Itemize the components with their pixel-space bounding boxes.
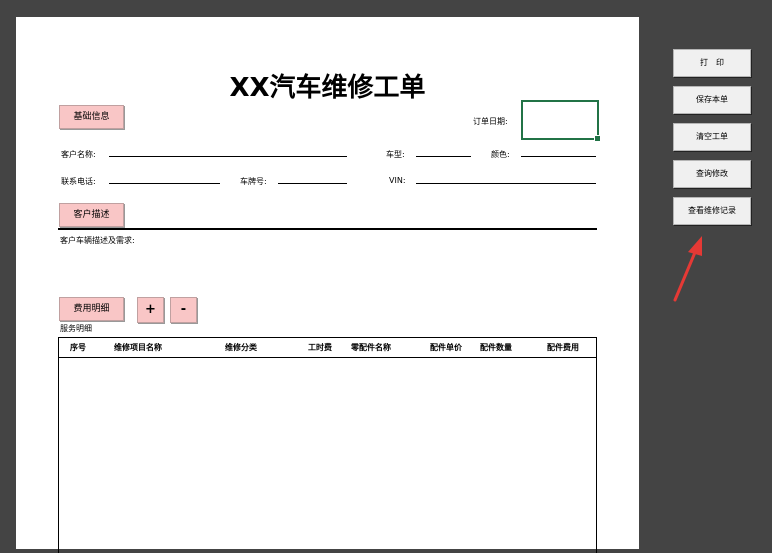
col-part-price: 配件单价 — [430, 343, 462, 352]
col-labor-fee: 工时费 — [308, 343, 332, 352]
service-detail-label: 服务明细 — [60, 324, 92, 333]
plate-field[interactable] — [278, 183, 347, 184]
col-index: 序号 — [70, 343, 86, 352]
clear-order-button[interactable]: 清空工单 — [673, 123, 751, 151]
fill-handle[interactable] — [594, 135, 601, 142]
order-date-cell[interactable] — [521, 100, 601, 142]
vin-field[interactable] — [416, 183, 596, 184]
worksheet: XX汽车维修工单 基础信息 订单日期: 客户名称: 车型: 颜色: 联系电话: … — [16, 17, 639, 553]
cost-detail-button[interactable]: 费用明细 — [59, 297, 124, 321]
basic-info-button[interactable]: 基础信息 — [59, 105, 124, 129]
col-part-cost: 配件费用 — [547, 343, 579, 352]
remove-row-button[interactable]: - — [170, 297, 197, 323]
add-row-button[interactable]: + — [137, 297, 164, 323]
color-label: 颜色: — [491, 150, 510, 159]
vin-label: VIN: — [389, 176, 406, 185]
col-repair-category: 维修分类 — [225, 343, 257, 352]
car-model-label: 车型: — [386, 150, 405, 159]
vehicle-desc-label: 客户车辆描述及需求: — [60, 236, 135, 245]
save-order-button[interactable]: 保存本单 — [673, 86, 751, 114]
view-records-button[interactable]: 查看维修记录 — [673, 197, 751, 225]
red-arrow-icon — [673, 236, 702, 302]
form-title: XX汽车维修工单 — [229, 73, 426, 103]
section-divider — [58, 228, 597, 230]
query-edit-button[interactable]: 查询修改 — [673, 160, 751, 188]
customer-name-label: 客户名称: — [61, 150, 96, 159]
col-repair-item: 维修项目名称 — [114, 343, 162, 352]
color-field[interactable] — [521, 156, 596, 157]
customer-name-field[interactable] — [109, 156, 347, 157]
col-part-qty: 配件数量 — [480, 343, 512, 352]
cost-table: 序号 维修项目名称 维修分类 工时费 零配件名称 配件单价 配件数量 配件费用 — [58, 337, 597, 553]
plate-label: 车牌号: — [240, 177, 267, 186]
phone-label: 联系电话: — [61, 177, 96, 186]
phone-field[interactable] — [109, 183, 220, 184]
customer-desc-button[interactable]: 客户描述 — [59, 203, 124, 227]
table-header: 序号 维修项目名称 维修分类 工时费 零配件名称 配件单价 配件数量 配件费用 — [59, 338, 596, 358]
car-model-field[interactable] — [416, 156, 471, 157]
print-button[interactable]: 打 印 — [673, 49, 751, 77]
col-part-name: 零配件名称 — [351, 343, 391, 352]
order-date-label: 订单日期: — [473, 117, 508, 126]
